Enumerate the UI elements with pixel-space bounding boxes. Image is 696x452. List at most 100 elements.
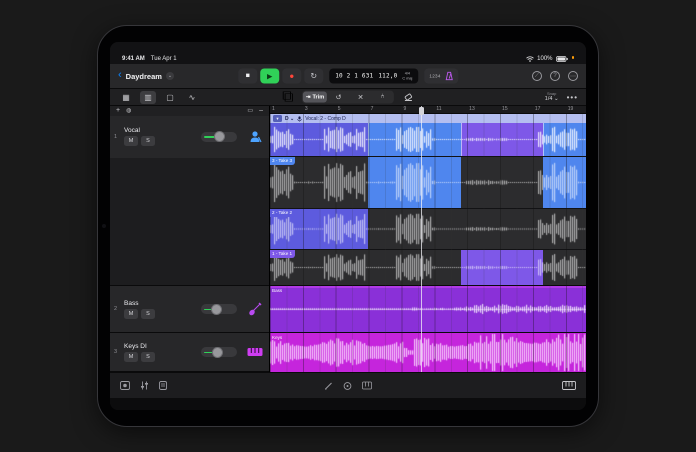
more-options-icon[interactable]: ⋯ [568,71,578,81]
snap-value: 1/4 ⌄ [544,96,559,103]
region-label: Bass [272,288,283,293]
solo-button[interactable]: S [141,308,155,319]
transport-controls: ■ ▶ ● ↻ 10 2 1 631 112,0 4/4 C maj 1234 [238,68,458,84]
take-label: 3 - Take 3 [270,157,296,165]
region-label: Keys [272,335,283,340]
browser-view-icon[interactable]: ▦ [118,91,134,104]
ruler-bar-number: 5 [337,106,341,112]
volume-slider[interactable] [201,131,237,143]
track-name: Bass [124,299,139,307]
ruler-bar-number: 19 [567,106,574,112]
track-number: 1 [114,133,118,140]
battery-percent: 100% [537,56,553,62]
add-track-button[interactable]: + [116,107,120,114]
region-view-icon[interactable]: ▢ [162,91,178,104]
front-camera [102,224,106,228]
eraser-icon[interactable] [400,91,416,104]
bar-ruler[interactable]: 1 3 5 7 9 11 13 15 17 19 [270,106,586,114]
vocal-comp-region[interactable]: ▾ D ⌄ Vocal: 2 - Comp D [270,114,586,156]
track-panel-toolbar: + ◍ ▭ – [110,106,269,116]
track-header-keys[interactable]: 3 Keys DI M S [110,333,269,373]
tracks-view-icon[interactable]: ▥ [140,90,156,104]
ruler-bar-number: 9 [403,106,407,112]
browser-icon[interactable] [120,381,130,390]
ruler-bar-number: 11 [436,106,442,112]
vocalist-icon [247,130,263,143]
mixer-icon[interactable] [140,381,149,390]
photo-background: 9:41 AM Tue Apr 1 100% ‹ Daydream ⌄ ■ ▶ … [0,0,696,452]
automation-icon[interactable]: ∿ [184,91,200,104]
battery-icon [555,56,568,62]
playhead-position: 10 2 1 631 [335,72,374,80]
lcd-display[interactable]: 10 2 1 631 112,0 4/4 C maj [329,68,419,84]
volume-slider[interactable] [201,346,237,358]
project-title[interactable]: Daydream [126,72,162,81]
pencil-tool-icon[interactable] [324,381,333,390]
keys-region[interactable]: Keys [270,332,586,372]
track-header-vocal[interactable]: 1 Vocal M S [110,115,269,287]
mic-icon [297,115,302,122]
track-number: 2 [114,306,118,313]
editor-icon[interactable] [159,381,167,390]
quantize-icon[interactable] [343,381,352,390]
title-bar: ‹ Daydream ⌄ ■ ▶ ● ↻ 10 2 1 631 112,0 4/… [110,64,586,89]
take-label: 1 - Take 1 [270,250,296,258]
mute-button[interactable]: M [124,136,138,147]
trim-tool-button[interactable]: ⇥ Trim [302,91,328,103]
collapse-tracks-icon[interactable]: – [259,107,263,114]
track-name: Keys DI [124,342,147,350]
solo-button[interactable]: S [141,136,155,147]
ruler-bar-number: 3 [304,106,308,112]
play-button[interactable]: ▶ [260,68,280,84]
join-tool-icon[interactable]: ⑃ [372,92,393,103]
logic-pro-screen: 9:41 AM Tue Apr 1 100% ‹ Daydream ⌄ ■ ▶ … [110,42,586,410]
toolbar-more-icon[interactable]: ••• [567,93,578,102]
trim-tool-label: Trim [312,94,325,100]
back-chevron-icon[interactable]: ‹ [118,69,122,81]
snap-control[interactable]: Snap 1/4 ⌄ [544,91,559,103]
arrange-area: 1 3 5 7 9 11 13 15 17 19 ▾ D ⌄ Vocal: 2 - Comp D [270,106,586,372]
mute-button[interactable]: M [124,308,138,319]
take-lane-2[interactable]: 2 - Take 2 [270,208,586,249]
metronome-icon[interactable] [445,71,453,81]
collapse-takes-icon[interactable]: ▾ [273,115,282,122]
record-button[interactable]: ● [282,68,302,84]
project-menu-chevron-icon[interactable]: ⌄ [165,72,174,80]
stop-button[interactable]: ■ [238,68,258,84]
auto-zoom-icon[interactable]: ▭ [247,107,253,114]
take-lane-3[interactable]: 3 - Take 3 [270,156,586,208]
mute-button[interactable]: M [124,351,138,362]
date: Tue Apr 1 [150,56,177,62]
status-bar: 9:41 AM Tue Apr 1 100% [110,42,586,64]
help-icon[interactable]: ? [550,71,560,81]
volume-slider[interactable] [201,303,237,315]
track-header-bass[interactable]: 2 Bass M S [110,286,269,334]
split-tool-icon[interactable]: ✕ [350,92,371,103]
comp-letter[interactable]: D ⌄ [285,116,294,122]
track-stack-icon[interactable]: ◍ [126,107,131,114]
key-signature: C maj [402,76,413,80]
loop-tool-icon[interactable]: ↺ [328,92,349,103]
track-name: Vocal [124,127,140,135]
count-in-button[interactable]: 1234 [429,74,440,79]
track-number: 3 [114,349,118,356]
comp-region-header[interactable]: ▾ D ⌄ Vocal: 2 - Comp D [270,114,586,123]
playhead-handle[interactable] [419,107,425,115]
clock: 9:41 AM [122,56,145,62]
take-lane-1[interactable]: 1 - Take 1 [270,249,586,285]
solo-button[interactable]: S [141,351,155,362]
bass-region[interactable]: Bass [270,285,586,332]
keyboard-icon [247,347,263,357]
no-overlap-icon[interactable]: ⟋ [532,71,542,81]
track-header-panel: + ◍ ▭ – 1 Vocal M S 2 Bass M S 3 Keys DI… [110,106,270,373]
copy-icon[interactable]: ⧉ [280,88,296,105]
edit-toolbar: ▦ ▥ ▢ ∿ ⧉ ⇥ Trim ↺ ✕ ⑃ Snap 1/4 ⌄ ••• [110,88,586,106]
comp-region-body[interactable] [270,123,586,156]
count-in-metronome-group: 1234 [424,68,458,84]
piano-small-icon[interactable] [362,381,372,390]
playing-surface-keyboard-icon[interactable] [562,381,576,390]
region-rows: ▾ D ⌄ Vocal: 2 - Comp D 3 - Take 3 2 - T… [270,114,586,372]
cycle-button[interactable]: ↻ [304,68,324,84]
trim-tool-icon: ⇥ [305,94,311,100]
playhead[interactable] [421,106,423,372]
